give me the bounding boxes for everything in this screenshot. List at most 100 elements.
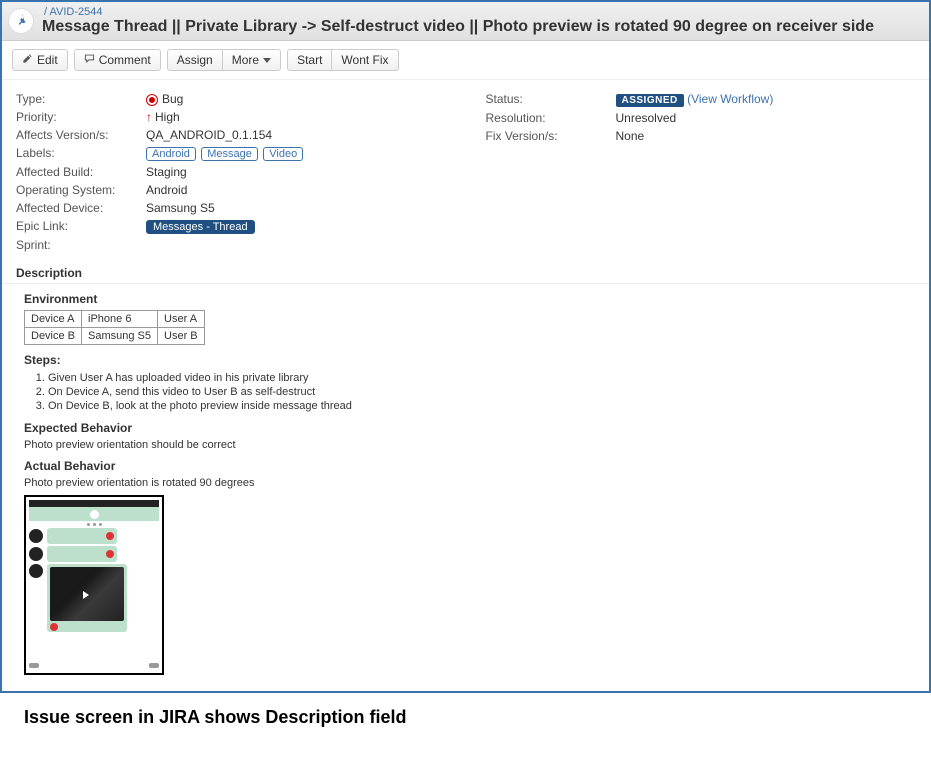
list-item: On Device B, look at the photo preview i… [48,399,915,413]
more-dropdown[interactable]: More [222,49,281,71]
resolution-value: Unresolved [616,111,916,125]
more-label: More [232,53,259,67]
expected-heading: Expected Behavior [24,421,915,435]
message-row [29,546,159,562]
phone-appbar [29,507,159,521]
build-label: Affected Build: [16,165,146,179]
affects-value: QA_ANDROID_0.1.154 [146,128,446,142]
steps-list: Given User A has uploaded video in his p… [24,371,915,413]
environment-table: Device A iPhone 6 User A Device B Samsun… [24,310,205,345]
attached-screenshot[interactable] [24,495,164,675]
env-cell: iPhone 6 [82,311,158,328]
affects-label: Affects Version/s: [16,128,146,142]
comment-button[interactable]: Comment [74,49,161,71]
epic-link-tag[interactable]: Messages - Thread [146,220,255,234]
assign-more-group: Assign More [167,49,281,71]
fixver-label: Fix Version/s: [486,129,616,143]
status-value: ASSIGNED (View Workflow) [616,92,916,107]
issue-header: / AVID-2544 Message Thread || Private Li… [2,2,929,41]
comment-icon [84,53,95,67]
os-value: Android [146,183,446,197]
env-cell: Device A [25,311,82,328]
message-row [29,564,159,632]
field-os: Operating System: Android [16,181,446,199]
details-left-col: Type: Bug Priority: ↑High Affects Versio… [16,90,446,254]
rotated-photo-preview [50,567,124,621]
sprint-label: Sprint: [16,238,146,252]
field-build: Affected Build: Staging [16,163,446,181]
actual-text: Photo preview orientation is rotated 90 … [24,477,915,489]
start-button[interactable]: Start [287,49,332,71]
env-cell: Device B [25,328,82,345]
build-value: Staging [146,165,446,179]
loading-dots-icon [29,523,159,526]
priority-label: Priority: [16,110,146,124]
figure-caption: Issue screen in JIRA shows Description f… [0,693,931,728]
comment-label: Comment [99,53,151,67]
breadcrumb[interactable]: / AVID-2544 [42,6,923,18]
field-epic: Epic Link: Messages - Thread [16,217,446,236]
avatar-icon [29,529,43,543]
epic-value: Messages - Thread [146,219,446,234]
edit-button[interactable]: Edit [12,49,68,71]
field-priority: Priority: ↑High [16,108,446,126]
avatar-icon [29,547,43,561]
input-icon [149,663,159,668]
device-value: Samsung S5 [146,201,446,215]
selfdestruct-icon [50,623,58,631]
description-body: Environment Device A iPhone 6 User A Dev… [2,292,929,691]
priority-high-icon: ↑ [146,110,152,124]
issue-title: Message Thread || Private Library -> Sel… [42,18,923,36]
list-item: Given User A has uploaded video in his p… [48,371,915,385]
labels-value: Android Message Video [146,146,446,161]
field-labels: Labels: Android Message Video [16,144,446,163]
env-cell: User B [158,328,205,345]
list-item: On Device A, send this video to User B a… [48,385,915,399]
details-right-col: Status: ASSIGNED (View Workflow) Resolut… [486,90,916,254]
issue-details: Type: Bug Priority: ↑High Affects Versio… [2,80,929,260]
assign-button[interactable]: Assign [167,49,223,71]
jira-issue-window: / AVID-2544 Message Thread || Private Li… [0,0,931,693]
label-tag[interactable]: Message [201,147,258,161]
field-sprint: Sprint: [16,236,446,254]
action-toolbar: Edit Comment Assign More Start Wont Fix [2,41,929,80]
workflow-group: Start Wont Fix [287,49,398,71]
view-workflow-link[interactable]: (View Workflow) [687,92,773,106]
labels-label: Labels: [16,146,146,161]
phone-inputbar [29,660,159,670]
type-label: Type: [16,92,146,106]
status-label: Status: [486,92,616,107]
field-type: Type: Bug [16,90,446,108]
label-tag[interactable]: Android [146,147,196,161]
breadcrumb-sep: / [44,6,47,18]
field-status: Status: ASSIGNED (View Workflow) [486,90,916,109]
phone-statusbar [29,500,159,507]
env-cell: User A [158,311,205,328]
label-tag[interactable]: Video [263,147,303,161]
env-cell: Samsung S5 [82,328,158,345]
status-badge: ASSIGNED [616,94,684,107]
resolution-label: Resolution: [486,111,616,125]
wontfix-button[interactable]: Wont Fix [331,49,398,71]
input-icon [29,663,39,668]
avatar-icon [29,564,43,578]
field-affects-version: Affects Version/s: QA_ANDROID_0.1.154 [16,126,446,144]
fixver-value: None [616,129,916,143]
steps-heading: Steps: [24,353,915,367]
message-bubble [47,528,117,544]
os-label: Operating System: [16,183,146,197]
description-heading: Description [2,260,929,284]
table-row: Device B Samsung S5 User B [25,328,205,345]
edit-label: Edit [37,53,58,67]
issue-key-link[interactable]: AVID-2544 [50,6,103,18]
actual-heading: Actual Behavior [24,459,915,473]
pencil-icon [22,53,33,67]
bug-icon [146,94,158,106]
priority-value: ↑High [146,110,446,124]
avatar-icon [90,510,99,519]
project-avatar-icon[interactable] [8,8,34,34]
device-label: Affected Device: [16,201,146,215]
message-row [29,528,159,544]
table-row: Device A iPhone 6 User A [25,311,205,328]
field-resolution: Resolution: Unresolved [486,109,916,127]
